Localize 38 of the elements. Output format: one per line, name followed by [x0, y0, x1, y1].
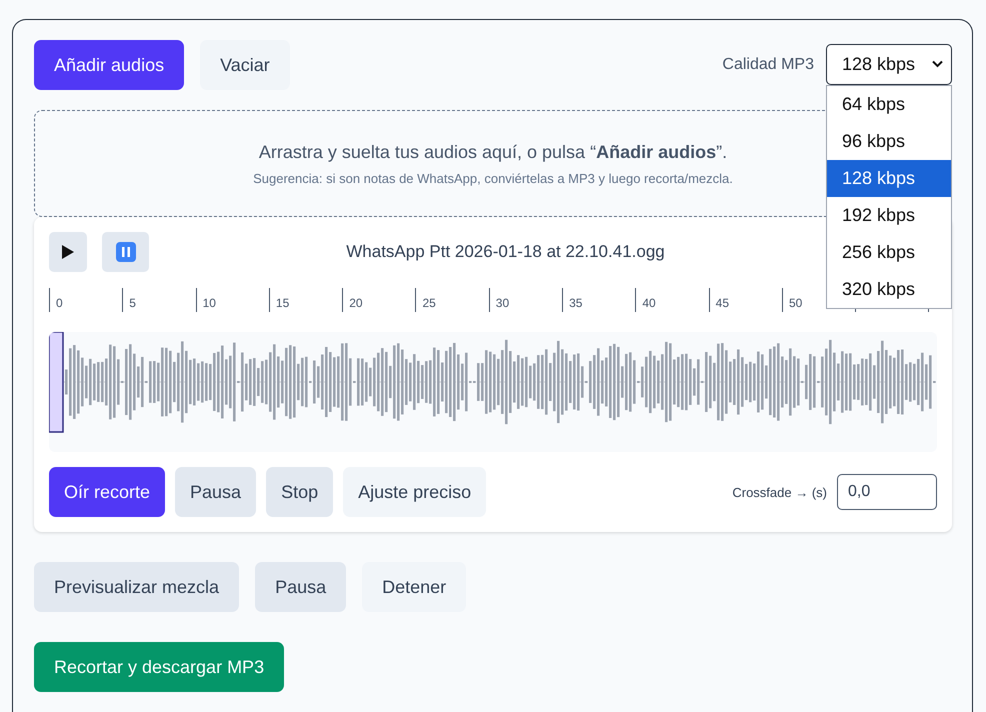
drop-instruction: Arrastra y suelta tus audios aquí, o pulsa “Añadir audios”. [258, 142, 728, 162]
drop-hint: Sugerencia: si son notas de WhatsApp, conviértelas a MP3 y luego recorta/mezcla. [253, 170, 733, 186]
tick-label: 5 [129, 296, 136, 310]
tick-label: 30 [496, 296, 510, 310]
tick-label: 35 [569, 296, 582, 310]
dropdown-option[interactable]: 96 kbps [827, 122, 951, 160]
dropdown-option[interactable]: 320 kbps [827, 270, 951, 308]
crossfade-input[interactable]: 0,0 [837, 474, 937, 510]
export-mp3-button[interactable]: Recortar y descargar MP3 [34, 642, 284, 692]
pause-button[interactable]: Pausa [175, 467, 256, 517]
clear-button[interactable]: Vaciar [200, 40, 290, 90]
tick-label: 45 [716, 296, 730, 310]
tick-label: 15 [276, 296, 290, 310]
quality-label: Calidad MP3 [722, 56, 814, 74]
tick-label: 50 [788, 296, 802, 310]
play-button[interactable] [49, 232, 87, 272]
stop-button[interactable]: Stop [266, 467, 334, 517]
tick-label: 0 [56, 296, 63, 310]
add-audio-button[interactable]: Añadir audios [34, 40, 184, 90]
play-selection-button[interactable]: Oír recorte [49, 467, 166, 517]
tick-label: 40 [642, 296, 656, 310]
pause-icon [116, 242, 136, 262]
play-icon [61, 244, 75, 260]
pause-button[interactable]: Pausa [255, 562, 346, 612]
pause-button[interactable] [102, 232, 149, 272]
dropdown-option[interactable]: 128 kbps [827, 160, 951, 196]
caret-icon [932, 60, 943, 68]
clip-filename: WhatsApp Ptt 2026-01-18 at 22.10.41.ogg [346, 242, 665, 261]
fine-tune-button[interactable]: Ajuste preciso [343, 467, 486, 517]
tick-label: 20 [349, 296, 363, 310]
tick-label: 10 [202, 296, 216, 310]
quality-select[interactable]: 128 kbps [826, 44, 952, 84]
tick-label: 25 [422, 296, 436, 310]
preview-mix-button[interactable]: Previsualizar mezcla [34, 562, 240, 612]
crossfade-label: Crossfade → (s) [732, 484, 827, 500]
trim-handle[interactable] [49, 332, 64, 433]
stop-button[interactable]: Detener [362, 562, 466, 612]
dropdown-option[interactable]: 256 kbps [827, 234, 951, 270]
